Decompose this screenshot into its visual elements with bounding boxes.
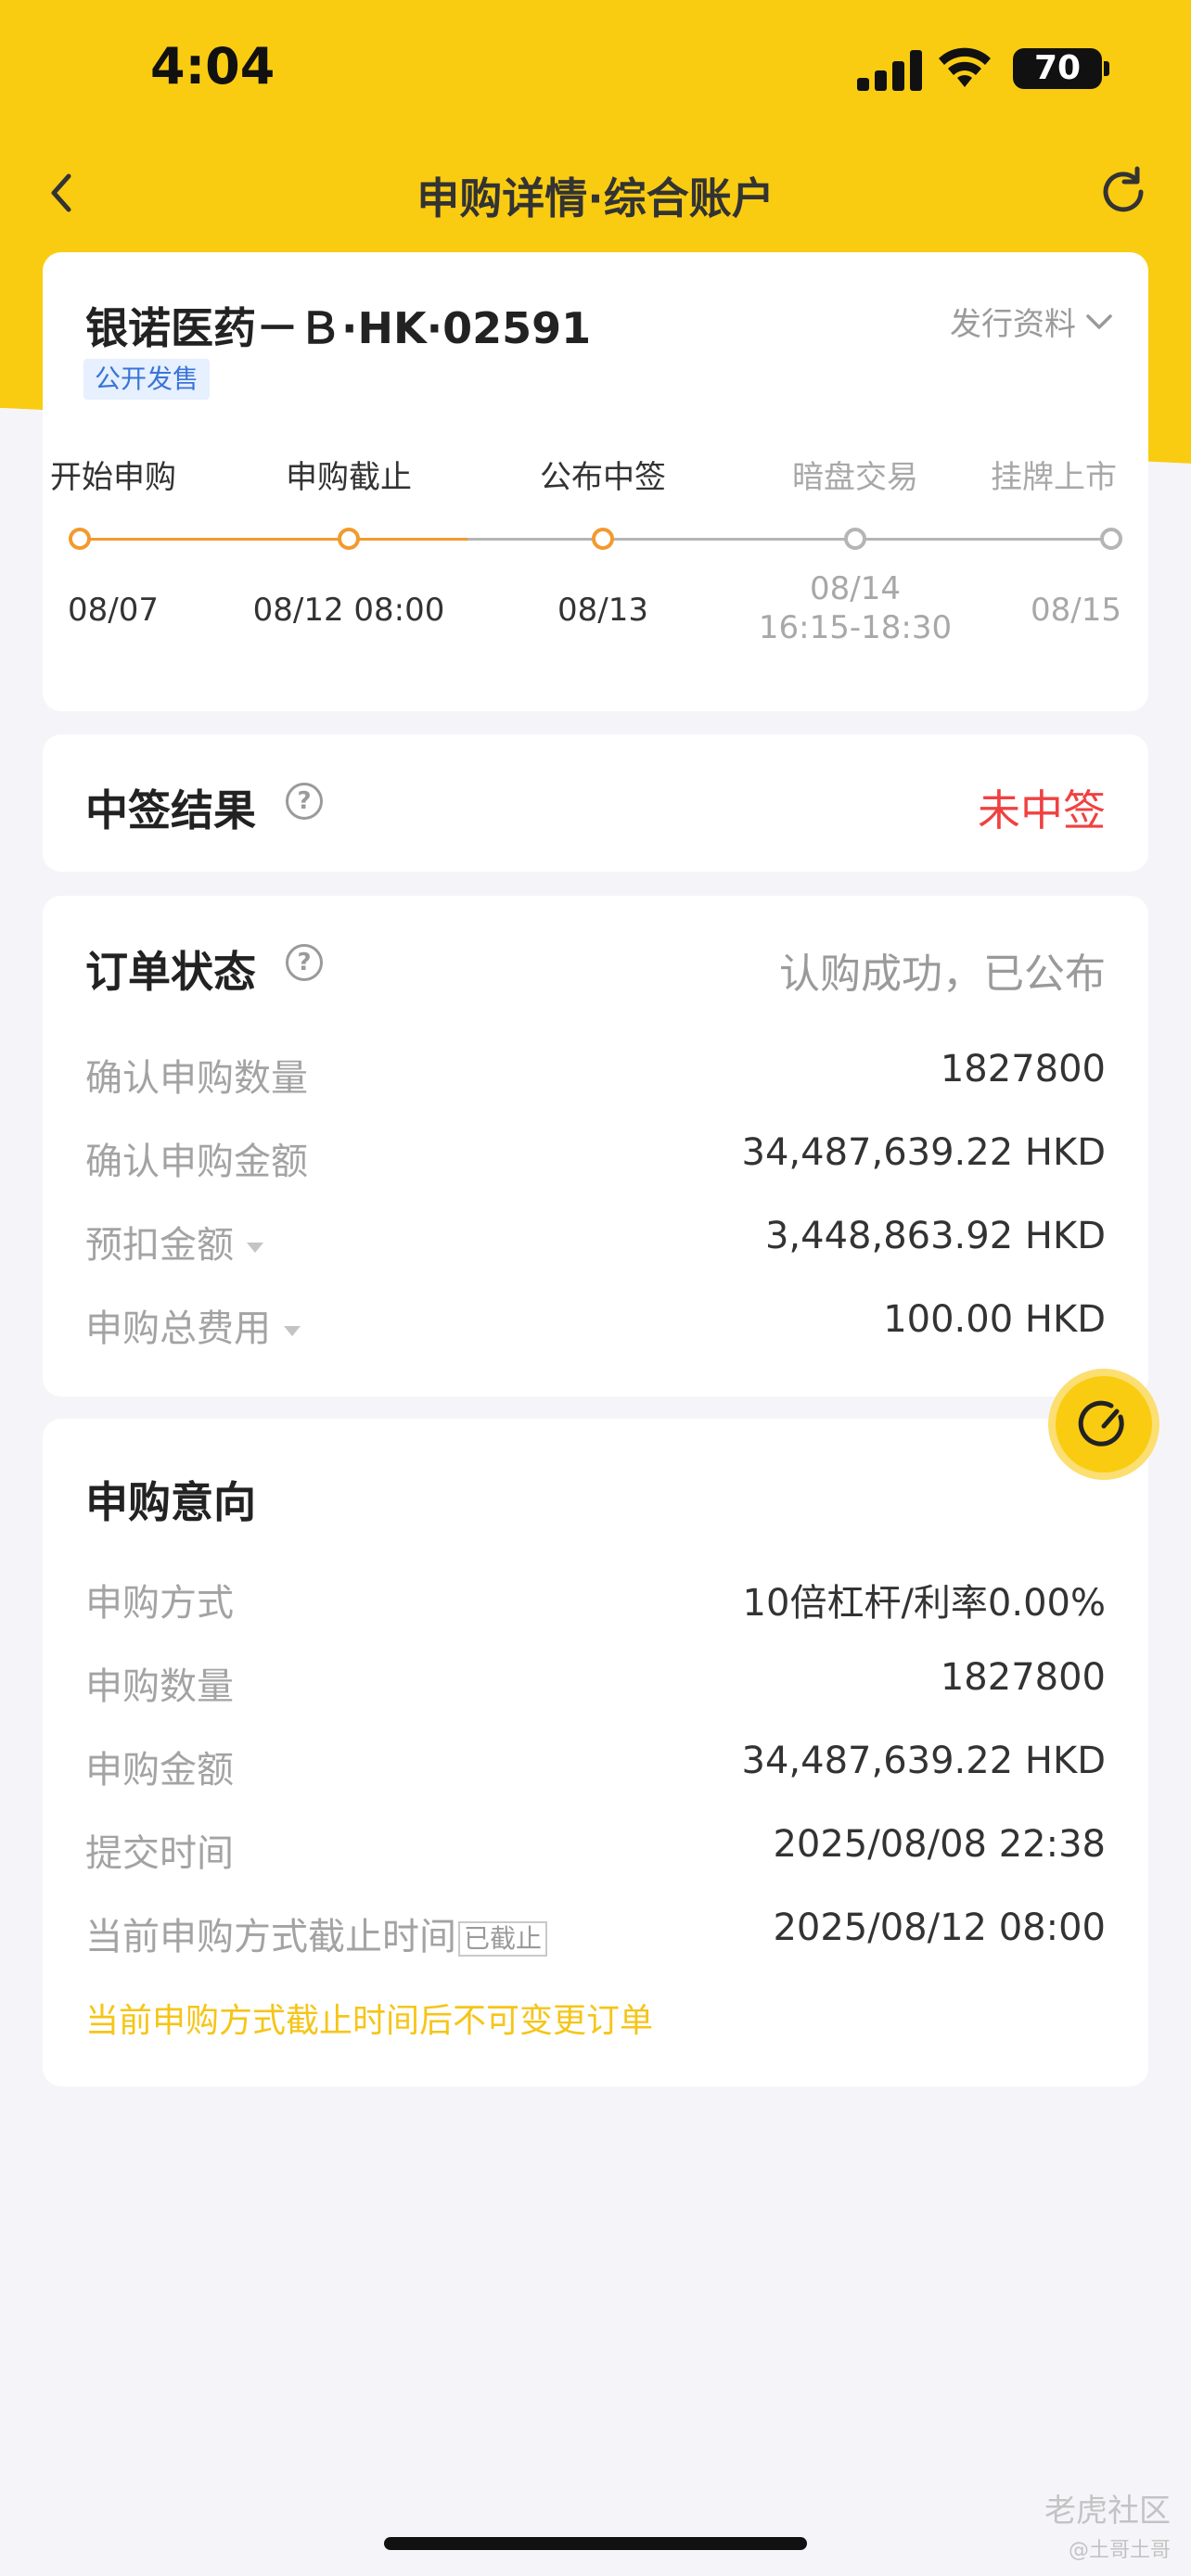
- watermark-brand: 老虎社区: [1044, 2493, 1171, 2530]
- timeline-dot: [844, 528, 866, 550]
- row-label-expandable[interactable]: 预扣金额: [85, 1215, 263, 1269]
- row-value: 10倍杠杆/利率0.00%: [742, 1582, 1106, 1625]
- timeline-label: 挂牌上市: [991, 459, 1117, 496]
- timeline-date: 08/14 16:15-18:30: [758, 570, 953, 646]
- issue-info-link[interactable]: 发行资料: [950, 299, 1113, 344]
- intent-row: 申购金额 34,487,639.22 HKD: [85, 1740, 1106, 1795]
- watermark-user: @土哥土哥: [1068, 2539, 1171, 2562]
- subscription-intent-title: 申购意向: [85, 1477, 256, 1527]
- intent-row: 申购数量 1827800: [85, 1656, 1106, 1712]
- timeline-date: 08/13: [557, 592, 648, 629]
- row-value: 100.00 HKD: [883, 1298, 1106, 1341]
- floating-button-inner: [1056, 1376, 1152, 1473]
- timeline-date: 08/15: [1031, 592, 1121, 629]
- row-value: 2025/08/12 08:00: [773, 1906, 1106, 1949]
- allotment-result-value: 未中签: [978, 785, 1106, 835]
- timeline-dot: [338, 528, 360, 550]
- refresh-icon[interactable]: [1095, 163, 1152, 221]
- timeline-label: 暗盘交易: [792, 459, 918, 496]
- timeline-dot: [1100, 528, 1122, 550]
- help-icon[interactable]: ?: [286, 783, 323, 820]
- help-icon[interactable]: ?: [286, 944, 323, 981]
- row-label: 申购金额: [85, 1749, 234, 1792]
- stock-name: 银诺医药－Ｂ·HK·02591: [85, 303, 592, 353]
- row-label-expandable[interactable]: 申购总费用: [85, 1298, 301, 1352]
- intent-row: 当前申购方式截止时间 已截止 2025/08/12 08:00: [85, 1906, 1106, 1962]
- row-value: 2025/08/08 22:38: [773, 1823, 1106, 1866]
- row-label: 确认申购数量: [85, 1057, 308, 1100]
- order-row: 确认申购金额 34,487,639.22 HKD: [85, 1131, 1106, 1187]
- timeline-dot: [69, 528, 91, 550]
- intent-row: 提交时间 2025/08/08 22:38: [85, 1823, 1106, 1879]
- page-title: 申购详情·综合账户: [416, 173, 775, 223]
- timeline-date: 08/12 08:00: [252, 592, 445, 629]
- order-status-title: 订单状态: [85, 947, 256, 997]
- issue-info-label: 发行资料: [950, 306, 1076, 343]
- caret-down-icon: [247, 1242, 263, 1253]
- row-label-text: 预扣金额: [85, 1224, 234, 1267]
- order-status-value: 认购成功，已公布: [779, 950, 1106, 998]
- battery-icon: 70: [1013, 48, 1109, 89]
- closed-badge: 已截止: [458, 1921, 548, 1957]
- row-value: 34,487,639.22 HKD: [741, 1131, 1106, 1174]
- order-row: 确认申购数量 1827800: [85, 1048, 1106, 1103]
- timeline-dot: [592, 528, 614, 550]
- nav-bar: 申购详情·综合账户: [0, 148, 1191, 232]
- timeline-label: 开始申购: [50, 459, 176, 496]
- home-indicator[interactable]: [384, 2537, 807, 2550]
- timeline-label: 申购截止: [286, 459, 412, 496]
- row-value: 1827800: [940, 1656, 1106, 1699]
- row-label: 申购方式: [85, 1582, 234, 1625]
- status-time: 4:04: [150, 37, 275, 96]
- stock-card: 银诺医药－Ｂ·HK·02591 公开发售 发行资料 开始申购 申购截止 公布中签…: [43, 252, 1148, 711]
- allotment-result-title: 中签结果: [85, 785, 256, 835]
- row-label-text: 申购总费用: [85, 1307, 271, 1350]
- row-label: 当前申购方式截止时间 已截止: [85, 1906, 548, 1960]
- offer-type-badge: 公开发售: [83, 359, 211, 400]
- chevron-down-icon: [1086, 313, 1112, 329]
- timeline-line-pending: [467, 538, 1109, 541]
- cellular-signal-icon: [857, 48, 922, 91]
- order-row[interactable]: 预扣金额 3,448,863.92 HKD: [85, 1215, 1106, 1270]
- timeline-date: 08/07: [68, 592, 159, 629]
- row-label: 申购数量: [85, 1665, 234, 1708]
- deadline-note: 当前申购方式截止时间后不可变更订单: [85, 2002, 654, 2040]
- allotment-result-card: 中签结果 ? 未中签: [43, 734, 1148, 872]
- timeline-line-done: [80, 538, 467, 541]
- row-value: 34,487,639.22 HKD: [741, 1740, 1106, 1782]
- row-label-text: 当前申购方式截止时间: [85, 1916, 456, 1958]
- gauge-icon: [1078, 1400, 1124, 1447]
- timeline-label: 公布中签: [540, 459, 666, 496]
- order-row[interactable]: 申购总费用 100.00 HKD: [85, 1298, 1106, 1354]
- status-bar: 4:04 70: [0, 0, 1191, 139]
- row-value: 1827800: [940, 1048, 1106, 1090]
- row-label: 提交时间: [85, 1832, 234, 1875]
- row-label: 确认申购金额: [85, 1141, 308, 1183]
- order-status-card: 订单状态 ? 认购成功，已公布 确认申购数量 1827800 确认申购金额 34…: [43, 896, 1148, 1396]
- row-value: 3,448,863.92 HKD: [764, 1215, 1106, 1257]
- subscription-intent-card: 申购意向 申购方式 10倍杠杆/利率0.00% 申购数量 1827800 申购金…: [43, 1419, 1148, 2086]
- caret-down-icon: [284, 1325, 301, 1336]
- floating-speed-button[interactable]: [1048, 1369, 1159, 1480]
- wifi-icon: [939, 47, 991, 87]
- intent-row: 申购方式 10倍杠杆/利率0.00%: [85, 1573, 1106, 1628]
